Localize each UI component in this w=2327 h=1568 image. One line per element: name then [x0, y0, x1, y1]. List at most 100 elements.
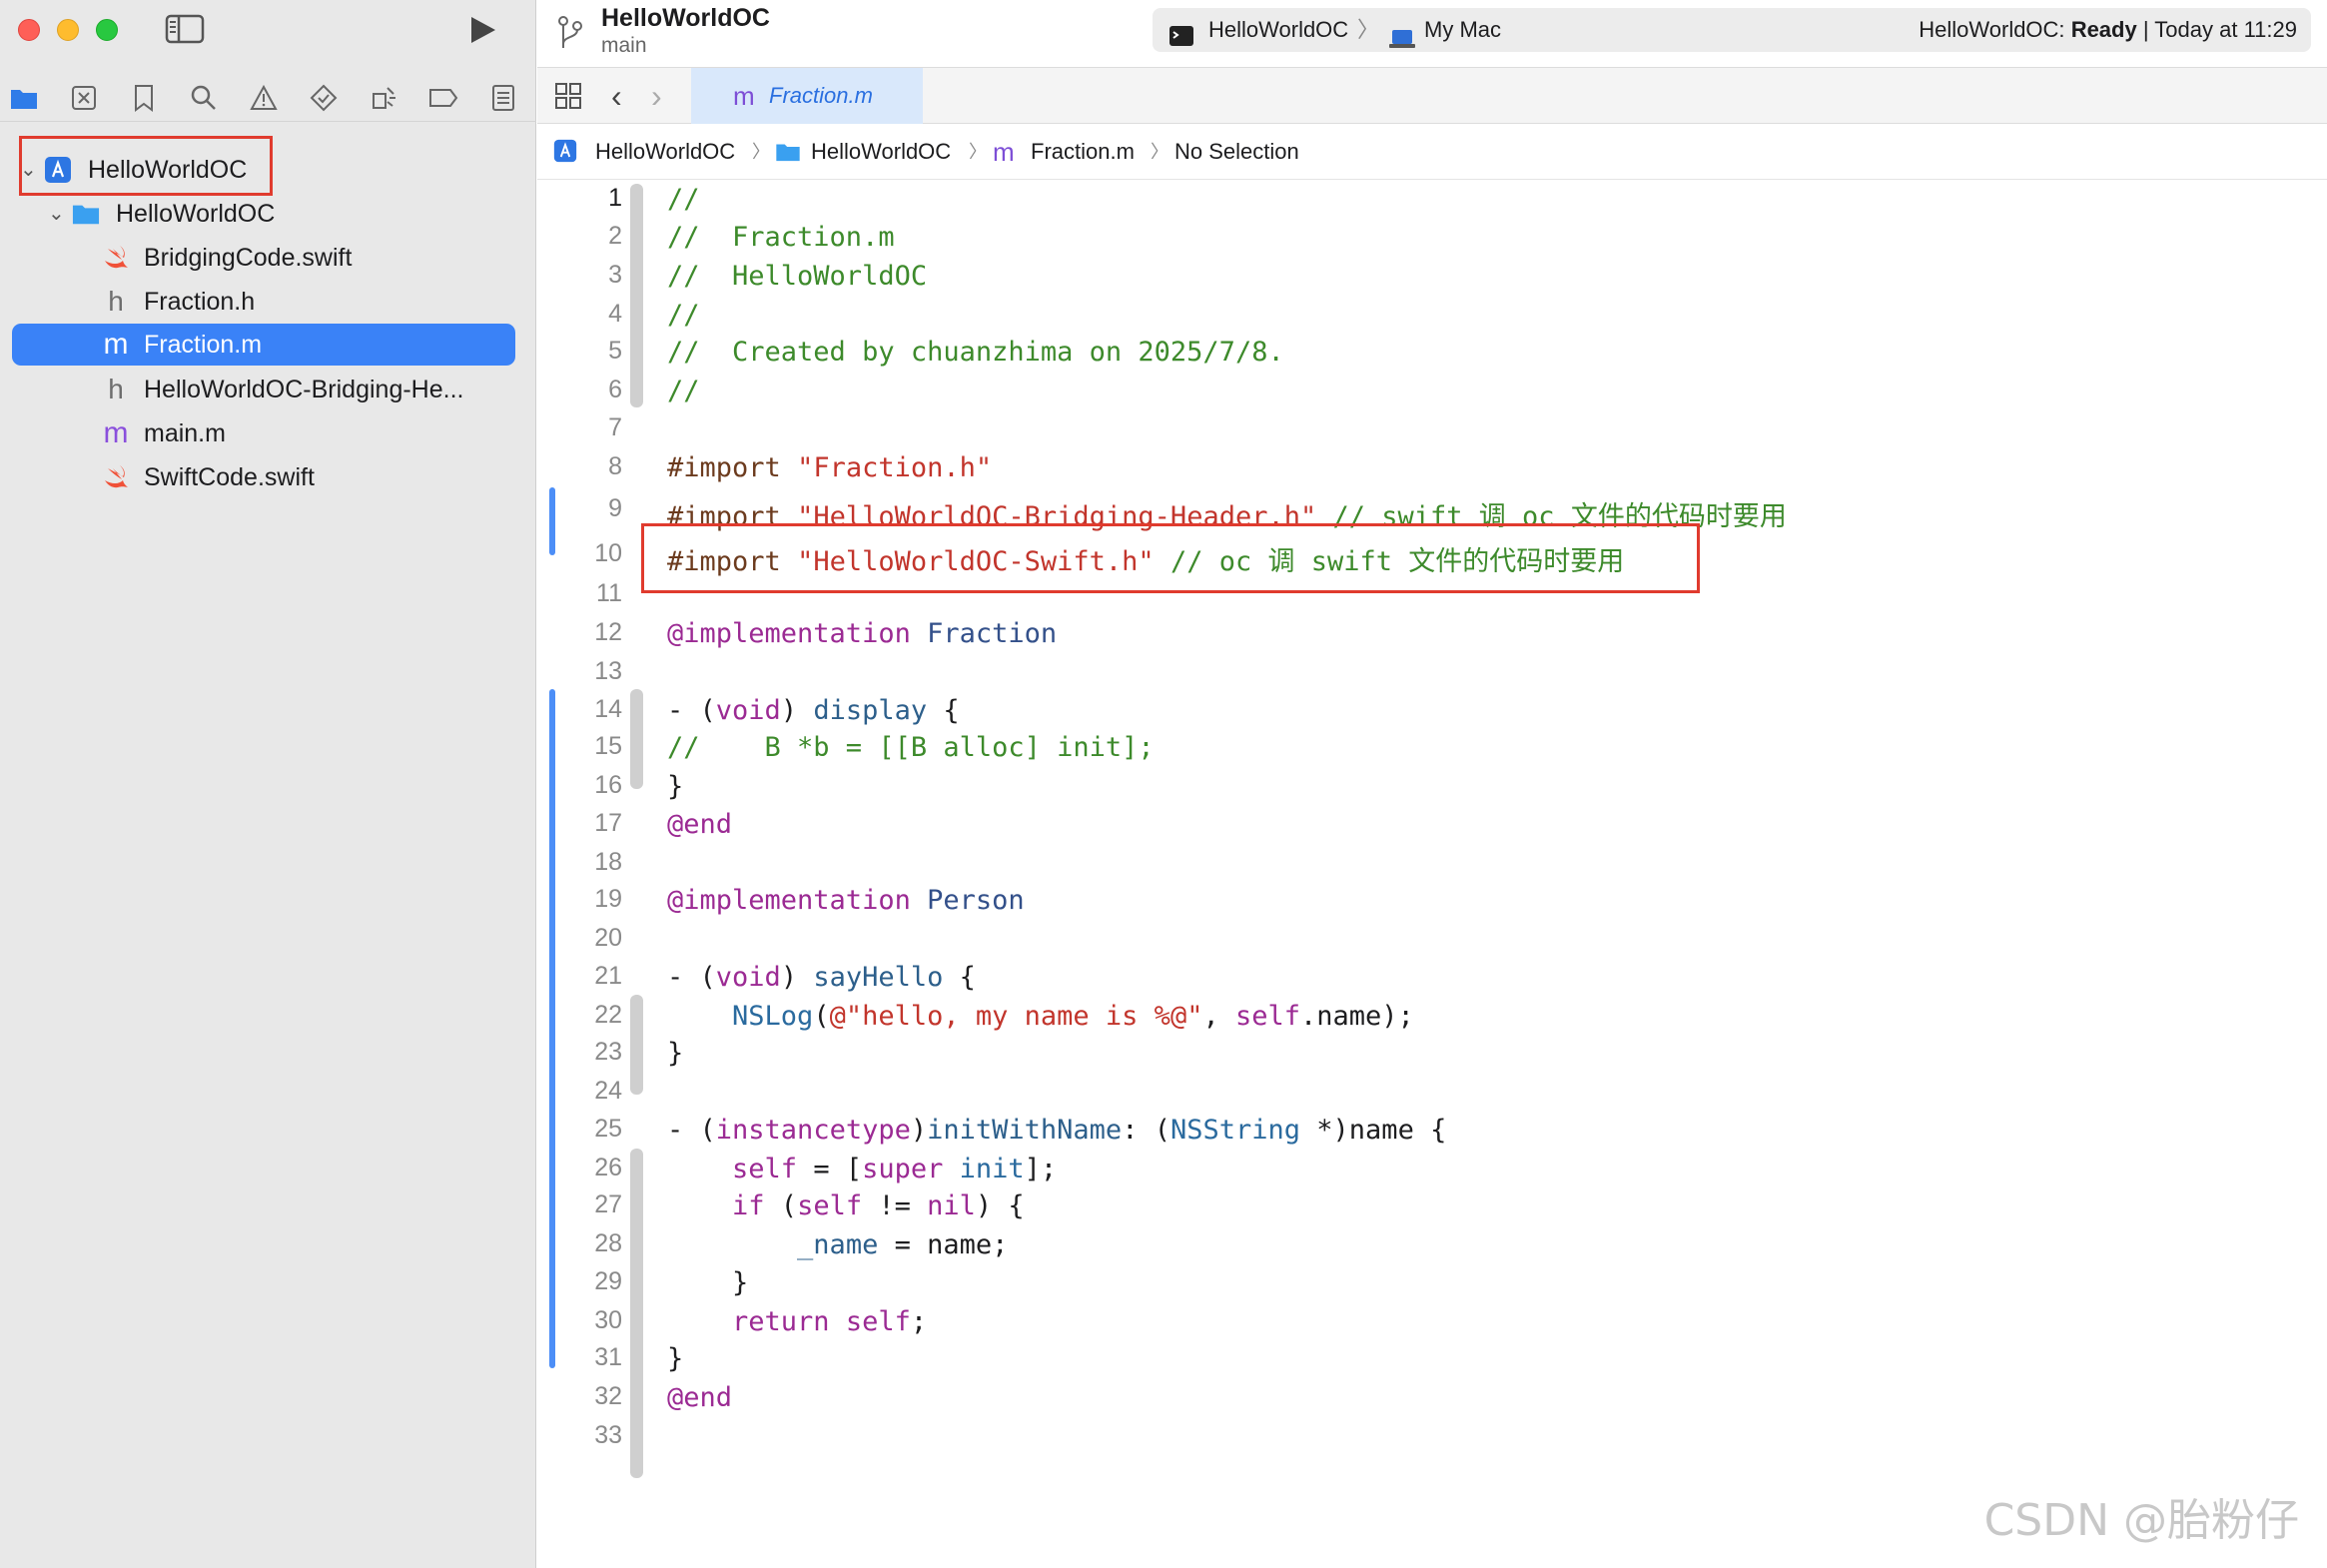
tab-label: Fraction.m [769, 83, 873, 108]
swift-file-icon [102, 245, 130, 271]
line-number: 15 [594, 732, 622, 760]
fold-ribbon[interactable] [630, 995, 643, 1095]
line-number: 8 [608, 451, 622, 480]
code-line[interactable]: // HelloWorldOC [667, 261, 927, 292]
code-line[interactable]: @implementation Person [667, 885, 1025, 916]
tree-item-file-selected[interactable]: m Fraction.m [12, 324, 515, 366]
tree-item-label: SwiftCode.swift [144, 463, 315, 491]
scheme-selector[interactable]: HelloWorldOC [1208, 8, 1348, 52]
line-number: 29 [594, 1266, 622, 1295]
code-line[interactable]: } [667, 1343, 683, 1374]
header-file-icon: h [108, 374, 124, 404]
code-line[interactable]: self = [super init]; [667, 1154, 1057, 1184]
sidebar-toggle-icon[interactable] [165, 14, 205, 44]
code-line[interactable]: } [667, 1038, 683, 1069]
tree-item-file[interactable]: SwiftCode.swift [12, 456, 515, 498]
code-line[interactable]: #import "Fraction.h" [667, 452, 992, 483]
code-line[interactable]: // [667, 184, 700, 215]
swift-file-icon [102, 464, 130, 490]
tree-item-file[interactable]: m main.m [12, 412, 515, 454]
jumpbar-selection[interactable]: No Selection [1174, 124, 1299, 180]
window-toolbar: HelloWorldOC main HelloWorldOC 〉 My Mac … [537, 0, 2327, 68]
xcode-window: { "window": { "project_title": "HelloWor… [0, 0, 2327, 1568]
tree-item-label: HelloWorldOC-Bridging-He... [144, 376, 464, 403]
chevron-down-icon[interactable]: ⌄ [48, 193, 65, 235]
code-line[interactable]: // [667, 300, 700, 331]
tree-item-folder[interactable]: ⌄ HelloWorldOC [12, 193, 515, 235]
tree-item-file[interactable]: BridgingCode.swift [12, 237, 515, 279]
breakpoint-icon[interactable] [425, 81, 461, 115]
branch-name[interactable]: main [601, 34, 647, 58]
code-editor[interactable]: 1 2 3 4 5 6 7 8 9 10 11 12 13 14 15 16 17 18 19 20 21 22 23 24 2… [537, 180, 2327, 1568]
jump-bar: HelloWorldOC 〉 HelloWorldOC 〉 m Fraction… [537, 124, 2327, 180]
issue-icon[interactable] [246, 81, 282, 115]
branch-icon[interactable] [555, 14, 585, 50]
code-line[interactable]: - (instancetype)initWithName: (NSString … [667, 1115, 1446, 1146]
folder-icon [72, 201, 100, 227]
fold-ribbon[interactable] [630, 689, 643, 789]
jumpbar-separator: 〉 [1151, 142, 1168, 162]
tree-item-file[interactable]: h HelloWorldOC-Bridging-He... [12, 369, 515, 410]
back-button[interactable]: ‹ [611, 78, 622, 115]
zoom-window-button[interactable] [96, 19, 118, 41]
fold-ribbon[interactable] [630, 184, 643, 407]
jumpbar-file[interactable]: Fraction.m [1031, 124, 1135, 180]
bookmark-icon[interactable] [126, 81, 162, 115]
code-line[interactable]: // Created by chuanzhima on 2025/7/8. [667, 337, 1284, 368]
line-number: 30 [594, 1305, 622, 1334]
jumpbar-separator: 〉 [969, 142, 987, 162]
line-number: 19 [594, 885, 622, 913]
test-icon[interactable] [306, 81, 342, 115]
line-number: 23 [594, 1038, 622, 1066]
laptop-icon [1388, 20, 1416, 64]
minimize-window-button[interactable] [57, 19, 79, 41]
line-number: 31 [594, 1343, 622, 1371]
code-line[interactable]: // B *b = [[B alloc] init]; [667, 732, 1155, 763]
code-line[interactable]: NSLog(@"hello, my name is %@", self.name… [667, 1001, 1414, 1032]
jumpbar-project[interactable]: HelloWorldOC [595, 124, 735, 180]
status-time: | Today at 11:29 [2142, 17, 2297, 42]
code-line[interactable]: // Fraction.m [667, 222, 895, 253]
destination-selector[interactable]: My Mac [1424, 8, 1501, 52]
code-line[interactable]: _name = name; [667, 1229, 1008, 1260]
tree-item-file[interactable]: h Fraction.h [12, 281, 515, 323]
related-items-icon[interactable] [553, 81, 583, 111]
status-state: Ready [2070, 17, 2137, 42]
find-icon[interactable] [186, 81, 222, 115]
xcode-project-icon [553, 139, 577, 163]
code-line[interactable]: if (self != nil) { [667, 1190, 1025, 1221]
code-line[interactable]: - (void) display { [667, 695, 960, 726]
objc-file-icon: m [733, 81, 755, 111]
code-line[interactable]: @end [667, 1382, 732, 1413]
line-number: 3 [608, 260, 622, 289]
tree-item-label: Fraction.m [144, 331, 263, 359]
debug-icon[interactable] [366, 81, 401, 115]
report-icon[interactable] [485, 81, 521, 115]
line-number: 10 [594, 538, 622, 567]
source-control-icon[interactable] [66, 81, 102, 115]
line-number: 16 [594, 771, 622, 799]
line-number: 32 [594, 1382, 622, 1410]
project-title: HelloWorldOC [601, 4, 770, 32]
objc-file-icon: m [993, 137, 1015, 167]
code-line[interactable]: return self; [667, 1306, 927, 1337]
tab-fraction-m[interactable]: m Fraction.m [691, 68, 923, 124]
code-line[interactable]: @implementation Fraction [667, 618, 1057, 649]
code-line[interactable]: @end [667, 809, 732, 840]
build-status: HelloWorldOC: Ready | Today at 11:29 [1919, 8, 2297, 52]
activity-bar[interactable]: HelloWorldOC 〉 My Mac HelloWorldOC: Read… [1153, 8, 2311, 52]
folder-icon[interactable] [6, 81, 42, 115]
code-line[interactable]: // [667, 376, 700, 406]
line-number: 22 [594, 1000, 622, 1029]
jumpbar-folder[interactable]: HelloWorldOC [811, 124, 951, 180]
close-window-button[interactable] [18, 19, 40, 41]
code-line[interactable]: - (void) sayHello { [667, 962, 976, 993]
line-number: 24 [594, 1077, 622, 1105]
fold-ribbon[interactable] [630, 1149, 643, 1478]
forward-button[interactable]: › [651, 78, 662, 115]
line-number: 6 [608, 376, 622, 403]
code-line[interactable]: } [667, 1267, 748, 1298]
editor-area: HelloWorldOC main HelloWorldOC 〉 My Mac … [537, 0, 2327, 1568]
run-button[interactable] [467, 15, 497, 45]
code-line[interactable]: } [667, 771, 683, 802]
